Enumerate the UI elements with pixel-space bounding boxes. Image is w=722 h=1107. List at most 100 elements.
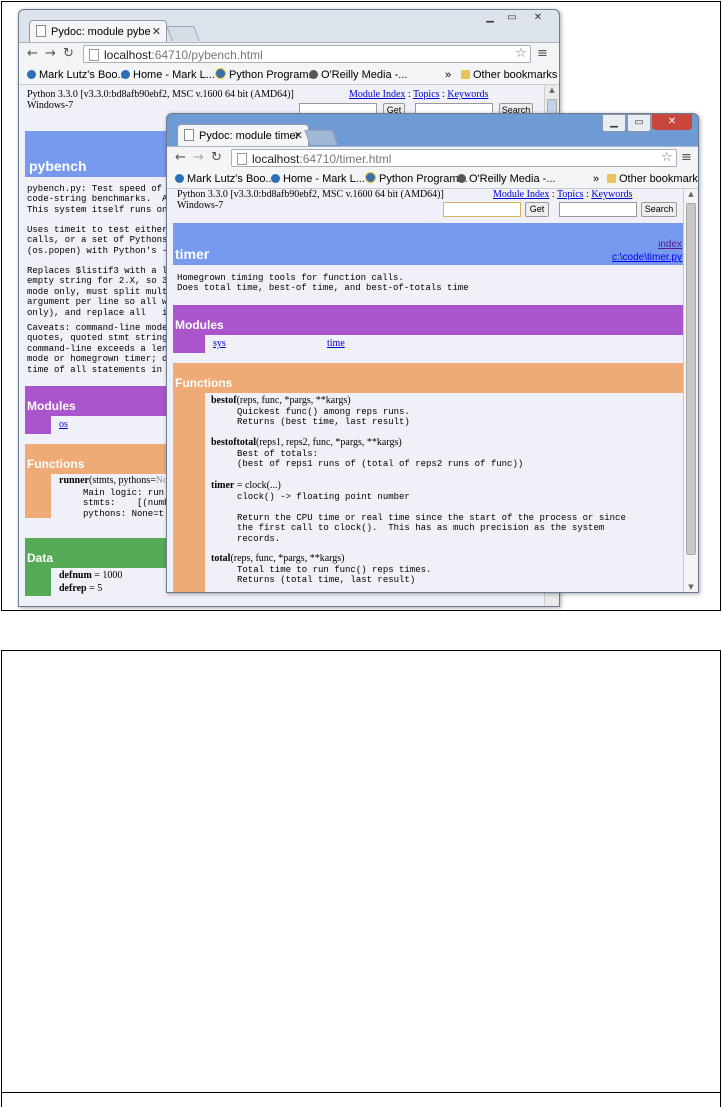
get-input[interactable] <box>443 202 521 217</box>
function-timer: timer = clock(...) <box>211 480 281 491</box>
keywords-link[interactable]: Keywords <box>447 89 488 100</box>
function-signature: (reps, func, *pargs, **kargs) <box>230 553 345 564</box>
tab-pybench[interactable]: Pydoc: module pybe ✕ <box>29 20 167 42</box>
link-separator: : <box>442 89 445 100</box>
bookmark-python[interactable]: Python Program... <box>215 66 318 84</box>
topics-link[interactable]: Topics <box>413 89 440 100</box>
tab-title: Pydoc: module pybe <box>51 26 151 38</box>
scroll-thumb[interactable] <box>686 203 696 555</box>
address-bar[interactable]: localhost:64710/timer.html <box>231 149 677 167</box>
star-icon[interactable]: ☆ <box>515 46 527 61</box>
tab-timer[interactable]: Pydoc: module timer ✕ <box>177 124 309 146</box>
close-window-button[interactable]: ✕ <box>652 114 692 130</box>
bookmark-oreilly[interactable]: O'Reilly Media -... <box>457 170 555 188</box>
bookmarks-overflow-icon[interactable]: » <box>593 170 599 188</box>
minimize-button[interactable]: ▁ <box>602 114 626 132</box>
forward-arrow-icon[interactable]: → <box>193 150 204 165</box>
data-value: = 5 <box>86 583 103 594</box>
bookmark-label: O'Reilly Media -... <box>321 69 408 81</box>
bookmark-home[interactable]: Home - Mark L... <box>121 66 215 84</box>
back-arrow-icon[interactable]: ← <box>175 150 186 165</box>
bookmark-oreilly[interactable]: O'Reilly Media -... <box>309 66 407 84</box>
maximize-button[interactable]: ▭ <box>501 10 523 26</box>
python-icon <box>365 172 376 183</box>
bookmarks-bar: Mark Lutz's Boo... Home - Mark L... Pyth… <box>167 170 698 189</box>
modules-side-bar <box>173 335 205 353</box>
functions-heading: Functions <box>27 457 85 471</box>
page-icon <box>237 153 247 165</box>
minimize-button[interactable]: ▁ <box>479 10 501 26</box>
function-name: runner <box>59 475 89 486</box>
bookmark-other[interactable]: Other bookmarks <box>461 66 557 84</box>
scroll-up-icon[interactable]: ▲ <box>684 190 698 198</box>
data-name: defrep <box>59 583 87 594</box>
index-link[interactable]: index <box>658 239 682 250</box>
modules-band: Modules <box>173 305 684 335</box>
module-link-sys[interactable]: sys <box>213 338 226 349</box>
bookmark-mark-lutz[interactable]: Mark Lutz's Boo... <box>27 66 127 84</box>
bookmark-mark-lutz[interactable]: Mark Lutz's Boo... <box>175 170 275 188</box>
reload-icon[interactable]: ↻ <box>211 150 222 165</box>
function-signature: = clock(...) <box>234 480 281 491</box>
link-separator: : <box>586 189 589 200</box>
scroll-up-icon[interactable]: ▲ <box>545 86 559 94</box>
oreilly-icon <box>457 174 466 183</box>
close-window-button[interactable]: ✕ <box>523 10 553 26</box>
search-input[interactable] <box>559 202 637 217</box>
bookmark-label: Home - Mark L... <box>133 69 215 81</box>
doc-paragraph: pybench.py: Test speed of on code-string… <box>27 184 178 215</box>
module-index-link[interactable]: Module Index <box>349 89 405 100</box>
search-button[interactable]: Search <box>641 202 677 217</box>
bookmark-other[interactable]: Other bookmarks <box>607 170 698 188</box>
vertical-scrollbar[interactable]: ▲ ▼ <box>683 189 698 592</box>
function-doc: clock() -> floating point number Return … <box>237 492 626 544</box>
reload-icon[interactable]: ↻ <box>63 46 74 61</box>
modules-side-bar <box>25 416 51 434</box>
get-button[interactable]: Get <box>525 202 549 217</box>
functions-heading: Functions <box>175 376 233 390</box>
address-bar[interactable]: localhost:64710/pybench.html <box>83 45 531 63</box>
forward-arrow-icon[interactable]: → <box>45 46 56 61</box>
data-item: defrep = 5 <box>59 583 102 594</box>
bookmark-python[interactable]: Python Program... <box>365 170 468 188</box>
menu-icon[interactable]: ≡ <box>537 46 548 61</box>
new-tab-button[interactable] <box>304 130 338 145</box>
header-links: Module Index : Topics : Keywords <box>493 189 632 200</box>
bottom-rule <box>1 1092 721 1093</box>
new-tab-button[interactable] <box>166 26 200 41</box>
function-name: total <box>211 553 231 564</box>
data-value: = 1000 <box>91 570 123 581</box>
page-icon <box>184 129 194 141</box>
file-link[interactable]: c:\code\timer.py <box>612 252 682 263</box>
keywords-link[interactable]: Keywords <box>591 189 632 200</box>
function-signature: (reps, func, *pargs, **kargs) <box>236 395 351 406</box>
module-link-os[interactable]: os <box>59 419 68 430</box>
page-icon <box>36 25 46 37</box>
module-index-link[interactable]: Module Index <box>493 189 549 200</box>
python-version: Python 3.3.0 [v3.3.0:bd8afb90ebf2, MSC v… <box>177 189 444 200</box>
data-side-bar <box>25 568 51 596</box>
browser-toolbar: ← → ↻ localhost:64710/pybench.html ☆ ≡ <box>19 42 559 67</box>
bookmark-icon <box>175 174 184 183</box>
bookmark-label: O'Reilly Media -... <box>469 173 556 185</box>
star-icon[interactable]: ☆ <box>661 150 673 165</box>
close-tab-icon[interactable]: ✕ <box>152 21 161 42</box>
scroll-down-icon[interactable]: ▼ <box>684 583 698 591</box>
bookmark-home[interactable]: Home - Mark L... <box>271 170 365 188</box>
bookmarks-overflow-icon[interactable]: » <box>445 66 451 84</box>
window-controls: ▁ ▭ ✕ <box>602 114 692 134</box>
module-link-time[interactable]: time <box>327 338 345 349</box>
close-tab-icon[interactable]: ✕ <box>294 125 303 146</box>
page-content: Python 3.3.0 [v3.3.0:bd8afb90ebf2, MSC v… <box>167 189 684 592</box>
maximize-button[interactable]: ▭ <box>627 114 651 132</box>
topics-link[interactable]: Topics <box>557 189 584 200</box>
folder-icon <box>607 174 616 183</box>
module-title: pybench <box>29 158 87 174</box>
function-name: timer <box>211 480 235 491</box>
tab-strip: Pydoc: module pybe ✕ ▁ ▭ ✕ <box>19 10 559 42</box>
doc-paragraph: Caveats: command-line mode ( quotes, quo… <box>27 323 179 375</box>
menu-icon[interactable]: ≡ <box>681 150 692 165</box>
back-arrow-icon[interactable]: ← <box>27 46 38 61</box>
data-item: defnum = 1000 <box>59 570 122 581</box>
python-icon <box>215 68 226 79</box>
